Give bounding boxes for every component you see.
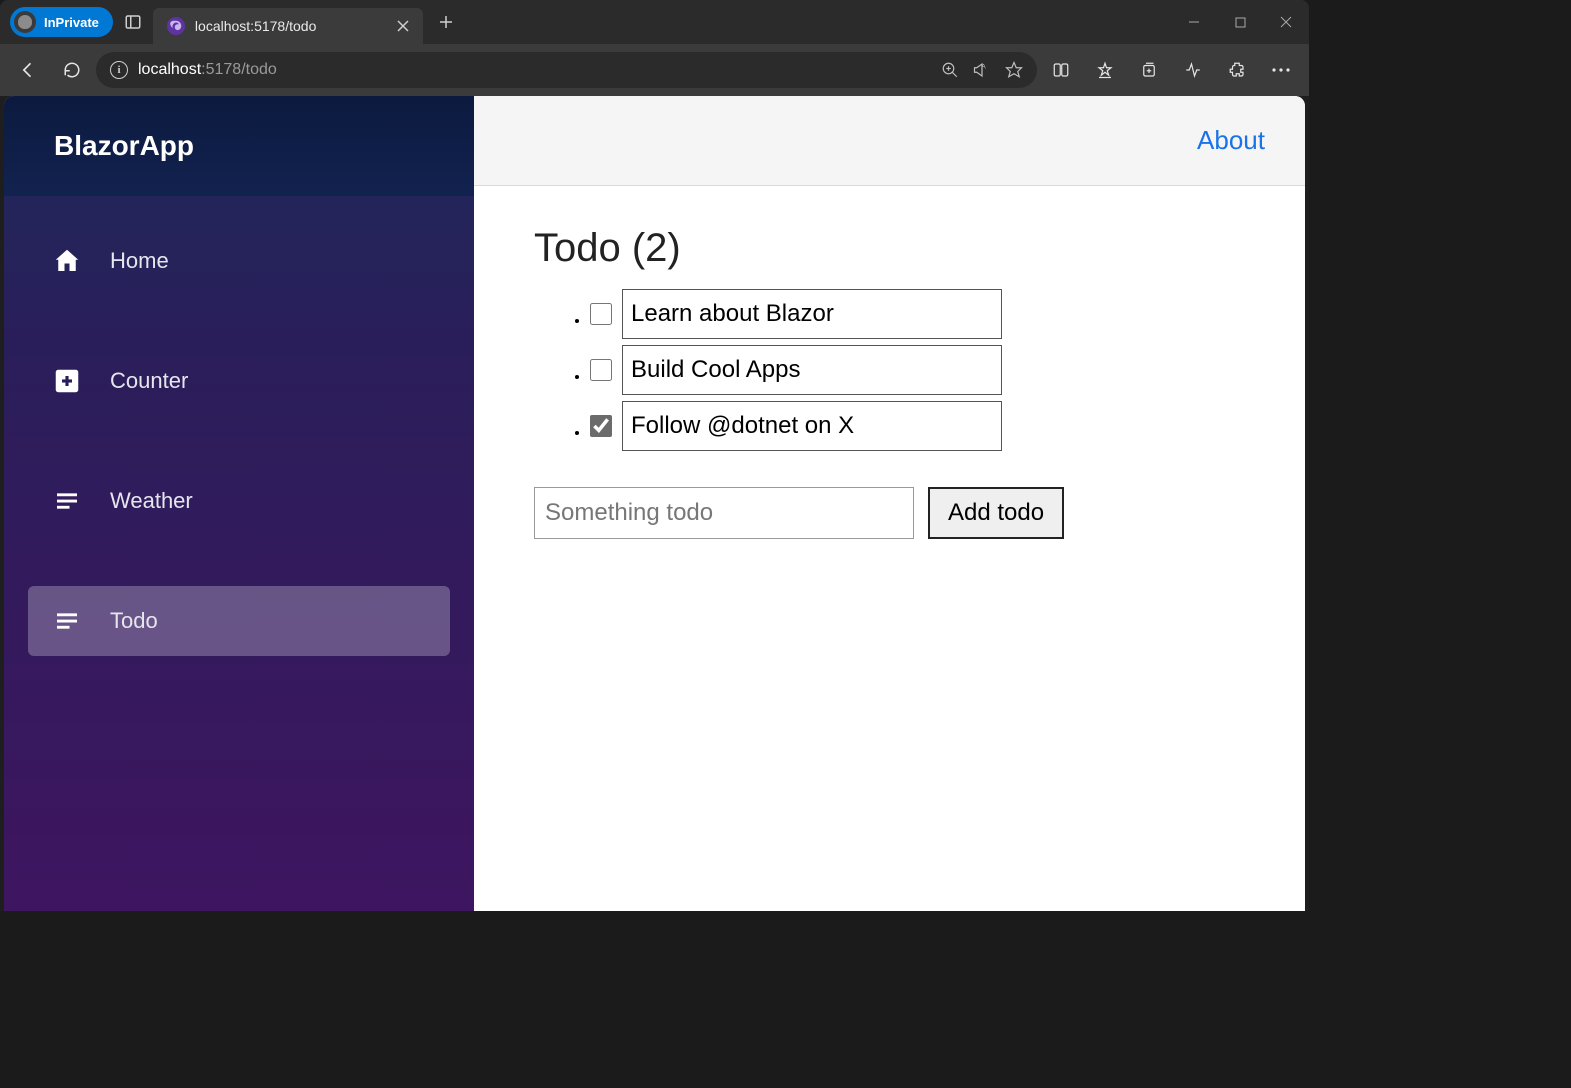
- favorite-icon[interactable]: [1005, 61, 1023, 79]
- sidebar-item-label: Counter: [110, 368, 188, 394]
- page-content: Todo (2): [474, 186, 1305, 579]
- todo-checkbox[interactable]: [590, 415, 612, 437]
- todo-item: [590, 289, 1245, 339]
- sidebar-item-weather[interactable]: Weather: [28, 466, 450, 536]
- more-button[interactable]: [1261, 50, 1301, 90]
- site-info-icon[interactable]: i: [110, 61, 128, 79]
- blazor-favicon-icon: [167, 17, 185, 35]
- todo-item: [590, 345, 1245, 395]
- url-host: localhost: [138, 61, 201, 78]
- read-aloud-icon[interactable]: A: [973, 61, 991, 79]
- todo-text-input[interactable]: [622, 289, 1002, 339]
- browser-tab[interactable]: localhost:5178/todo: [153, 8, 423, 44]
- app-brand: BlazorApp: [4, 96, 474, 196]
- sidebar-item-counter[interactable]: Counter: [28, 346, 450, 416]
- zoom-icon[interactable]: [941, 61, 959, 79]
- add-todo-button[interactable]: Add todo: [928, 487, 1064, 539]
- profile-avatar-icon: [14, 11, 36, 33]
- url-path: :5178/todo: [201, 61, 277, 78]
- tab-actions-button[interactable]: [113, 2, 153, 42]
- sidebar-item-label: Todo: [110, 608, 158, 634]
- svg-text:A: A: [981, 64, 986, 71]
- todo-checkbox[interactable]: [590, 359, 612, 381]
- window-controls: [1171, 0, 1309, 44]
- tab-title: localhost:5178/todo: [195, 18, 387, 34]
- sidebar: BlazorApp Home Counter Weather: [4, 96, 474, 911]
- address-bar-actions: A: [941, 61, 1023, 79]
- inprivate-badge[interactable]: InPrivate: [10, 7, 113, 37]
- favorites-bar-icon[interactable]: [1085, 50, 1125, 90]
- tab-close-button[interactable]: [397, 20, 409, 32]
- close-window-button[interactable]: [1263, 0, 1309, 44]
- plus-square-icon: [52, 366, 82, 396]
- todo-checkbox[interactable]: [590, 303, 612, 325]
- titlebar: InPrivate localhost:5178/todo: [0, 0, 1309, 44]
- add-todo-row: Add todo: [534, 487, 1245, 539]
- list-icon: [52, 606, 82, 636]
- back-button[interactable]: [8, 50, 48, 90]
- split-screen-icon[interactable]: [1041, 50, 1081, 90]
- sidebar-item-todo[interactable]: Todo: [28, 586, 450, 656]
- about-link[interactable]: About: [1197, 125, 1265, 156]
- todo-item: [590, 401, 1245, 451]
- browser-window: InPrivate localhost:5178/todo: [0, 0, 1309, 911]
- sidebar-item-label: Home: [110, 248, 169, 274]
- new-todo-input[interactable]: [534, 487, 914, 539]
- home-icon: [52, 246, 82, 276]
- collections-icon[interactable]: [1129, 50, 1169, 90]
- performance-icon[interactable]: [1173, 50, 1213, 90]
- sidebar-item-label: Weather: [110, 488, 193, 514]
- top-row: About: [474, 96, 1305, 186]
- new-tab-button[interactable]: [429, 5, 463, 39]
- todo-text-input[interactable]: [622, 401, 1002, 451]
- extensions-icon[interactable]: [1217, 50, 1257, 90]
- inprivate-label: InPrivate: [44, 15, 99, 30]
- list-icon: [52, 486, 82, 516]
- maximize-button[interactable]: [1217, 0, 1263, 44]
- todo-text-input[interactable]: [622, 345, 1002, 395]
- page-title: Todo (2): [534, 226, 1245, 271]
- blazor-app: BlazorApp Home Counter Weather: [4, 96, 1305, 911]
- address-bar[interactable]: i localhost:5178/todo A: [96, 52, 1037, 88]
- sidebar-nav: Home Counter Weather Todo: [4, 196, 474, 686]
- minimize-button[interactable]: [1171, 0, 1217, 44]
- main-area: About Todo (2): [474, 96, 1305, 911]
- sidebar-item-home[interactable]: Home: [28, 226, 450, 296]
- url-text: localhost:5178/todo: [138, 61, 277, 79]
- todo-list: [534, 289, 1245, 451]
- browser-toolbar: i localhost:5178/todo A: [0, 44, 1309, 96]
- page-viewport: BlazorApp Home Counter Weather: [4, 96, 1305, 911]
- refresh-button[interactable]: [52, 50, 92, 90]
